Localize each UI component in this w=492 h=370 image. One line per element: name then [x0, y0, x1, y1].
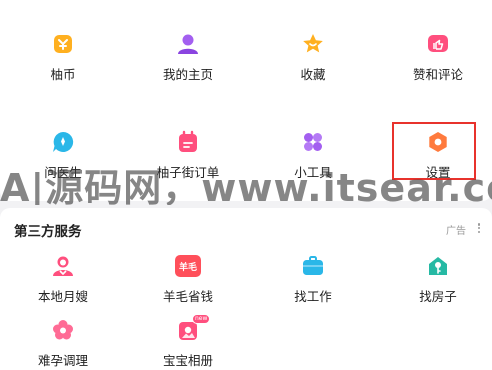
service-item-label: 找工作: [294, 289, 332, 304]
user-icon: [176, 32, 200, 56]
flower-icon: [51, 318, 75, 342]
grid-item-label: 柚币: [50, 67, 76, 82]
me-page: 柚币 我的主页 收藏 赞和评论 问医生 柚子街订单 小工具 设置 第三方服务 广…: [0, 0, 492, 370]
save-money-icon-text: 羊毛: [175, 255, 201, 277]
star-icon: [301, 32, 325, 56]
house-icon: [426, 254, 450, 278]
grid-item-orders[interactable]: 柚子街订单: [148, 130, 228, 190]
service-item-nanny[interactable]: 本地月嫂: [23, 254, 103, 314]
grid-item-ask-doctor[interactable]: 问医生: [23, 130, 103, 190]
thumbs-up-icon: [426, 32, 450, 56]
new-badge: new: [192, 314, 211, 324]
grid-item-coins[interactable]: 柚币: [23, 32, 103, 92]
service-item-label: 难孕调理: [37, 353, 88, 368]
service-item-baby-album[interactable]: new 宝宝相册: [148, 314, 228, 370]
service-item-fertility[interactable]: 难孕调理: [23, 318, 103, 370]
grid-item-my-homepage[interactable]: 我的主页: [148, 32, 228, 92]
service-item-find-job[interactable]: 找工作: [273, 254, 353, 314]
order-bag-icon: [176, 130, 200, 154]
chat-doctor-icon: [51, 130, 75, 154]
grid-item-favorites[interactable]: 收藏: [273, 32, 353, 92]
service-item-label: 宝宝相册: [162, 353, 213, 368]
grid-item-label: 柚子街订单: [156, 165, 220, 180]
my-services-card: 柚币 我的主页 收藏 赞和评论 问医生 柚子街订单 小工具 设置: [0, 0, 492, 201]
grid-item-likes-comments[interactable]: 赞和评论: [398, 32, 478, 92]
service-item-label: 羊毛省钱: [162, 289, 213, 304]
grid-item-label: 赞和评论: [412, 67, 463, 82]
ad-label: 广告: [446, 226, 466, 237]
coin-icon: [51, 32, 75, 56]
grid-item-label: 问医生: [44, 165, 82, 180]
grid-item-label: 我的主页: [162, 67, 213, 82]
grid-item-label: 收藏: [300, 67, 326, 82]
section-title: 第三方服务: [14, 224, 82, 240]
more-options-icon[interactable]: [474, 221, 484, 235]
save-money-icon: 羊毛: [175, 254, 201, 278]
grid-item-label: 小工具: [294, 165, 332, 180]
service-item-save-money[interactable]: 羊毛 羊毛省钱: [148, 254, 228, 314]
service-item-find-house[interactable]: 找房子: [398, 254, 478, 314]
service-item-label: 本地月嫂: [37, 289, 88, 304]
grid-item-tools[interactable]: 小工具: [273, 130, 353, 190]
tools-icon: [301, 130, 325, 154]
highlight-box: [392, 122, 476, 180]
service-item-label: 找房子: [419, 289, 457, 304]
photo-album-icon: new: [176, 314, 211, 342]
nanny-icon: [51, 254, 75, 278]
briefcase-icon: [301, 254, 325, 278]
